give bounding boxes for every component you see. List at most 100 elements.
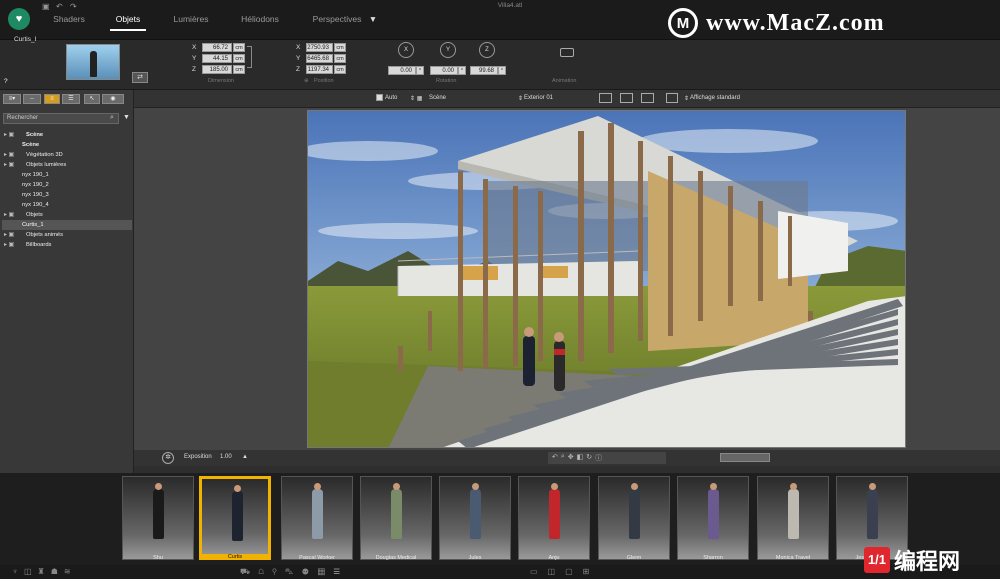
carousel-card[interactable]: Pascal Worker: [281, 476, 353, 561]
redo-icon[interactable]: ↷: [70, 2, 82, 12]
position-y-input[interactable]: 6465.68: [306, 54, 333, 63]
dimension-x-unit[interactable]: cm: [233, 43, 245, 52]
rotate-view-icon[interactable]: ↶: [552, 453, 558, 463]
swap-object-icon[interactable]: ⇄: [132, 72, 148, 83]
rotation-z-unit[interactable]: °: [498, 66, 506, 75]
tree-item[interactable]: nyx 190_2: [2, 180, 132, 190]
tree-item[interactable]: ▸ ▣ Billboards: [2, 240, 132, 250]
search-input[interactable]: Rechercher: [3, 113, 119, 124]
tree-node-icon[interactable]: ▸ ▣: [4, 130, 14, 140]
rotation-x-input[interactable]: 0.00: [388, 66, 416, 75]
tree-node-icon[interactable]: ▸ ▣: [4, 230, 14, 240]
tree-item[interactable]: nyx 190_3: [2, 190, 132, 200]
camera-select[interactable]: Exterior 01: [524, 95, 553, 101]
tree-item[interactable]: nyx 190_1: [2, 170, 132, 180]
carousel-card[interactable]: Anju: [518, 476, 590, 561]
dimension-y-unit[interactable]: cm: [233, 54, 245, 63]
refresh-icon[interactable]: ↻: [586, 453, 592, 463]
snapshot-icon[interactable]: [641, 93, 654, 103]
object-carousel: Shu Curtis Pascal Worker Douglas Medical Jul…: [0, 473, 1000, 565]
tree-item[interactable]: nyx 190_4: [2, 200, 132, 210]
collapse-button[interactable]: –: [23, 94, 41, 104]
position-x-unit[interactable]: cm: [334, 43, 346, 52]
carousel-card[interactable]: Glenn: [598, 476, 670, 561]
rotation-y-input[interactable]: 0.00: [430, 66, 458, 75]
category-icons-center[interactable]: ⛟☖⚲⛍⚉▦☰: [240, 567, 348, 577]
list-view-button[interactable]: ☰: [62, 94, 80, 104]
visibility-eye-button[interactable]: ◉: [102, 94, 124, 104]
tree-item[interactable]: ▸ ▣ Végétation 3D: [2, 150, 132, 160]
display-select[interactable]: Affichage standard: [690, 95, 740, 101]
tree-node-icon[interactable]: ▸ ▣: [4, 240, 14, 250]
display-mode-icon[interactable]: [666, 93, 678, 103]
tab-lumieres[interactable]: Lumières: [166, 14, 216, 28]
pick-position-icon[interactable]: ⊕: [304, 78, 309, 84]
tab-perspectives[interactable]: Perspectives: [306, 14, 368, 28]
display-select-arrow-icon[interactable]: ⇕: [684, 95, 689, 102]
fit-view-icon[interactable]: [620, 93, 633, 103]
render-view[interactable]: [307, 110, 906, 448]
hierarchy-view-button[interactable]: ≡: [44, 94, 60, 104]
render-frame-icon[interactable]: [599, 93, 612, 103]
dimension-z-input[interactable]: 185.00: [202, 65, 232, 74]
tree-item[interactable]: Scène: [2, 140, 132, 150]
position-x-input[interactable]: 2750.93: [306, 43, 333, 52]
app-logo-icon[interactable]: ♥: [8, 8, 30, 30]
lock-proportions-icon[interactable]: [247, 46, 252, 68]
tree-node-icon[interactable]: ▸ ▣: [4, 160, 14, 170]
perspectives-dropdown-icon[interactable]: ▼: [368, 14, 378, 28]
tab-shaders[interactable]: Shaders: [44, 14, 94, 28]
dimension-x-input[interactable]: 66.72: [202, 43, 232, 52]
sun-settings-icon[interactable]: ✲: [162, 452, 174, 464]
position-y-unit[interactable]: cm: [334, 54, 346, 63]
tree-item[interactable]: Curtis_1: [2, 220, 132, 230]
zoom-icon[interactable]: ⌕: [561, 453, 565, 463]
camera-select-arrow-icon[interactable]: ⇕: [518, 95, 523, 102]
layers-button[interactable]: ≡▾: [3, 94, 21, 104]
search-icon[interactable]: ⌕: [110, 114, 114, 122]
rotate-z-button[interactable]: Z: [479, 42, 495, 58]
position-z-input[interactable]: 1197.34: [306, 65, 333, 74]
rotation-y-unit[interactable]: °: [458, 66, 466, 75]
exposure-up-icon[interactable]: ▲: [242, 454, 248, 460]
rotate-x-button[interactable]: X: [398, 42, 414, 58]
rotation-z-input[interactable]: 99.68: [470, 66, 498, 75]
animation-camera-icon[interactable]: [560, 48, 574, 57]
carousel-card-name: Shu: [153, 555, 163, 561]
carousel-card[interactable]: Sharron: [677, 476, 749, 561]
tree-item[interactable]: ▸ ▣ Objets animés: [2, 230, 132, 240]
category-icons-left[interactable]: ♆◫♜☗≋: [12, 567, 77, 576]
save-icon[interactable]: ▣: [42, 2, 54, 12]
filter-dropdown-icon[interactable]: ▼: [123, 114, 130, 121]
rotate-y-button[interactable]: Y: [440, 42, 456, 58]
category-icons-right[interactable]: ▭◫▢⊞: [530, 567, 599, 576]
select-cursor-button[interactable]: ↖: [84, 94, 100, 104]
tree-item[interactable]: ▸ ▣ Objets lumières: [2, 160, 132, 170]
dimension-z-unit[interactable]: cm: [233, 65, 245, 74]
carousel-card[interactable]: Jules: [439, 476, 511, 561]
dimension-y-input[interactable]: 44.15: [202, 54, 232, 63]
tree-node-icon[interactable]: ▸ ▣: [4, 150, 14, 160]
pan-icon[interactable]: ✥: [568, 453, 574, 463]
tree-item[interactable]: ▸ ▣ Objets: [2, 210, 132, 220]
auto-checkbox[interactable]: [376, 94, 383, 101]
tab-heliodons[interactable]: Héliodons: [232, 14, 288, 28]
carousel-card[interactable]: Curtis: [199, 476, 271, 560]
scene-select-arrow-icon[interactable]: ⇕ ▦: [410, 95, 422, 102]
tree-node-icon[interactable]: ▸ ▣: [4, 210, 14, 220]
carousel-card[interactable]: Douglas Medical: [360, 476, 432, 561]
carousel-card-name: Anju: [548, 555, 560, 561]
help-icon[interactable]: ?: [4, 78, 8, 85]
rotation-x-unit[interactable]: °: [416, 66, 424, 75]
tree-item[interactable]: ▸ ▣ Scène: [2, 130, 132, 140]
scene-select[interactable]: Scène: [429, 95, 446, 101]
position-z-unit[interactable]: cm: [334, 65, 346, 74]
person-figure: [232, 485, 243, 541]
undo-icon[interactable]: ↶: [56, 2, 68, 12]
carousel-card[interactable]: Shu: [122, 476, 194, 561]
tab-objets[interactable]: Objets: [104, 14, 152, 28]
exposure-value[interactable]: 1.00: [220, 454, 232, 460]
carousel-card[interactable]: Monica Travel: [757, 476, 829, 561]
info-icon[interactable]: ⓘ: [595, 453, 602, 463]
walk-icon[interactable]: ◧: [577, 453, 584, 463]
